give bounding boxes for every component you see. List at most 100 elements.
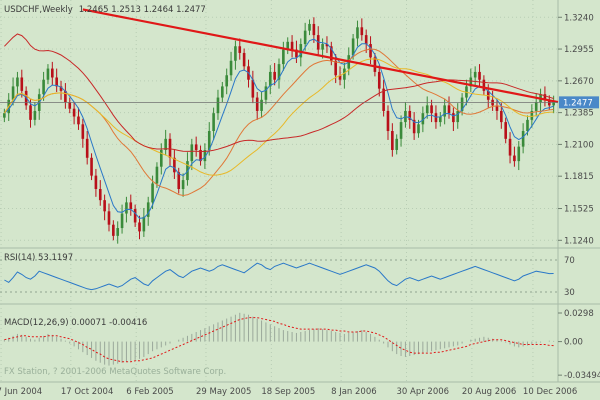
candle-body bbox=[20, 77, 24, 91]
candle-body bbox=[526, 119, 529, 132]
x-tick-label: 30 Apr 2006 bbox=[397, 387, 450, 397]
y-tick-label: 1.2385 bbox=[564, 109, 594, 119]
y-tick-label: 1.2670 bbox=[564, 77, 594, 87]
candle-body bbox=[360, 27, 364, 36]
candle-body bbox=[190, 144, 194, 162]
rsi-line bbox=[4, 262, 554, 291]
candle-body bbox=[151, 183, 154, 203]
candle-body bbox=[125, 202, 128, 214]
candle-body bbox=[77, 116, 80, 125]
candle-body bbox=[473, 71, 477, 78]
axes: 27 Jun 2004 17 Oct 2004 6 Feb 2005 29 May 2… bbox=[0, 13, 600, 397]
candle-body bbox=[155, 166, 159, 184]
candle-body bbox=[234, 46, 237, 61]
trendline bbox=[82, 8, 559, 104]
candle-body bbox=[478, 71, 481, 80]
candle-body bbox=[81, 124, 85, 139]
x-tick-label: 29 May 2005 bbox=[196, 387, 251, 397]
x-tick-label: 18 Sep 2005 bbox=[261, 387, 315, 397]
candle-body bbox=[221, 86, 224, 98]
candle-body bbox=[500, 110, 503, 123]
chart-canvas: 27 Jun 2004 17 Oct 2004 6 Feb 2005 29 May 2… bbox=[0, 0, 600, 397]
x-tick-label: 27 Jun 2004 bbox=[0, 387, 42, 397]
price-pane bbox=[0, 8, 559, 244]
candle-body bbox=[3, 113, 6, 118]
candle-body bbox=[129, 202, 133, 210]
candle-body bbox=[395, 138, 399, 150]
candle-body bbox=[225, 75, 228, 87]
candle-body bbox=[456, 110, 460, 123]
candle-body bbox=[51, 68, 54, 78]
candle-body bbox=[94, 175, 98, 190]
candle-body bbox=[364, 35, 368, 45]
macd-tick-label: 0.00 bbox=[564, 338, 583, 348]
candle-body bbox=[417, 124, 420, 134]
candle-body bbox=[425, 105, 429, 114]
candle-body bbox=[482, 79, 486, 91]
candle-body bbox=[72, 108, 76, 117]
candle-body bbox=[229, 60, 233, 76]
y-tick-label: 1.3240 bbox=[564, 13, 594, 23]
candle-body bbox=[98, 189, 102, 201]
candle-body bbox=[138, 222, 141, 232]
candle-body bbox=[552, 102, 555, 106]
candle-body bbox=[308, 23, 311, 31]
candle-body bbox=[112, 224, 115, 236]
candle-body bbox=[321, 44, 324, 50]
candle-body bbox=[238, 46, 242, 53]
candle-body bbox=[356, 27, 359, 39]
candle-body bbox=[133, 209, 137, 223]
y-tick-label: 1.1525 bbox=[564, 205, 594, 215]
candle-body bbox=[90, 157, 93, 176]
candle-body bbox=[312, 23, 316, 36]
candle-body bbox=[303, 30, 307, 45]
candle-body bbox=[521, 131, 525, 147]
candle-body bbox=[273, 71, 276, 80]
candle-body bbox=[68, 102, 72, 109]
chart-window: 27 Jun 2004 17 Oct 2004 6 Feb 2005 29 May 2… bbox=[0, 0, 600, 400]
macd-label: MACD(12,26,9) 0.00071 -0.00416 bbox=[4, 318, 147, 328]
y-tick-label: 1.1815 bbox=[564, 172, 594, 182]
candle-body bbox=[216, 97, 220, 114]
y-tick-label: 1.2955 bbox=[564, 45, 594, 55]
candle-body bbox=[534, 102, 538, 111]
candle-body bbox=[290, 41, 294, 50]
candle-body bbox=[33, 110, 37, 120]
rsi-tick-label: 70 bbox=[564, 256, 575, 266]
rsi-pane bbox=[4, 262, 554, 291]
candle-body bbox=[430, 105, 433, 114]
candle-body bbox=[46, 68, 50, 80]
candle-body bbox=[517, 146, 521, 162]
candle-body bbox=[11, 86, 15, 100]
watermark: FX Station, ? 2001-2006 MetaQuotes Softw… bbox=[4, 367, 226, 377]
candle-body bbox=[373, 57, 377, 72]
x-tick-label: 6 Feb 2005 bbox=[126, 387, 174, 397]
y-tick-label: 1.2100 bbox=[564, 140, 594, 150]
candle-body bbox=[391, 131, 394, 150]
candle-body bbox=[255, 97, 259, 111]
x-tick-label: 10 Dec 2006 bbox=[523, 387, 577, 397]
candle-body bbox=[29, 105, 32, 120]
candle-body bbox=[85, 138, 89, 158]
candle-body bbox=[264, 86, 268, 100]
candle-body bbox=[452, 113, 455, 123]
candle-body bbox=[434, 113, 438, 123]
candle-body bbox=[212, 113, 215, 132]
candle-body bbox=[120, 213, 124, 229]
candle-body bbox=[177, 172, 181, 190]
candle-body bbox=[508, 138, 512, 156]
x-tick-label: 8 Jan 2006 bbox=[331, 387, 377, 397]
rsi-label: RSI(14) 53.1197 bbox=[4, 253, 73, 263]
candle-body bbox=[386, 110, 390, 132]
candle-body bbox=[504, 122, 507, 139]
macd-tick-label: -0.03494 bbox=[564, 371, 600, 381]
chart-title: USDCHF,Weekly 1.2465 1.2513 1.2464 1.2477 bbox=[4, 5, 206, 15]
candle-body bbox=[168, 138, 172, 158]
candle-body bbox=[377, 71, 381, 89]
candle-body bbox=[334, 60, 337, 76]
rsi-tick-label: 30 bbox=[564, 288, 575, 298]
candle-body bbox=[116, 228, 120, 236]
x-tick-label: 17 Oct 2004 bbox=[61, 387, 114, 397]
candle-body bbox=[282, 49, 285, 65]
candle-body bbox=[142, 216, 146, 232]
